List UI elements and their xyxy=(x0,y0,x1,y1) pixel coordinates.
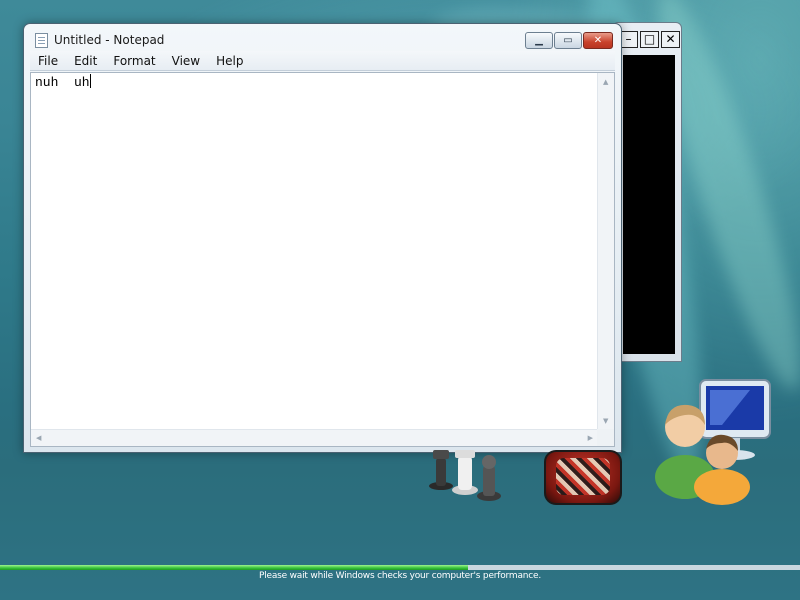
window-controls: ▁ ▭ ✕ xyxy=(525,32,613,49)
maximize-icon: ▭ xyxy=(563,35,573,46)
maximize-button[interactable]: ▭ xyxy=(554,32,582,49)
close-icon[interactable]: ✕ xyxy=(661,31,680,48)
console-area[interactable] xyxy=(623,55,675,354)
chess-pieces-icon xyxy=(429,450,501,501)
background-window-controls: – □ ✕ xyxy=(619,31,680,48)
background-window[interactable]: – □ ✕ xyxy=(612,22,682,362)
users-icon xyxy=(655,379,771,505)
text-caret xyxy=(89,74,91,88)
close-icon: ✕ xyxy=(593,35,603,46)
menu-file[interactable]: File xyxy=(30,51,66,71)
minimize-icon: ▁ xyxy=(535,35,543,46)
editor-content[interactable]: nuh uh xyxy=(35,74,91,90)
minimize-button[interactable]: ▁ xyxy=(525,32,553,49)
editor-text: nuh uh xyxy=(35,75,90,90)
menu-edit[interactable]: Edit xyxy=(66,51,105,71)
mahjong-tile-icon xyxy=(544,450,622,505)
close-button[interactable]: ✕ xyxy=(583,32,613,49)
scroll-down-icon[interactable]: ▼ xyxy=(603,417,608,425)
notepad-window[interactable]: Untitled - Notepad ▁ ▭ ✕ File Edit Forma… xyxy=(23,23,622,453)
title-bar[interactable]: Untitled - Notepad ▁ ▭ ✕ xyxy=(24,24,621,54)
menu-bar: File Edit Format View Help xyxy=(30,51,615,71)
menu-view[interactable]: View xyxy=(164,51,208,71)
horizontal-scrollbar[interactable]: ◀ ▶ xyxy=(31,429,598,446)
scroll-right-icon[interactable]: ▶ xyxy=(588,434,593,442)
notepad-app-icon[interactable] xyxy=(35,33,48,48)
scroll-up-icon[interactable]: ▲ xyxy=(603,78,608,86)
text-editor[interactable]: nuh uh ▲ ▼ ◀ ▶ xyxy=(30,72,615,447)
status-message: Please wait while Windows checks your co… xyxy=(258,571,542,581)
window-title: Untitled - Notepad xyxy=(54,33,165,47)
progress-fill xyxy=(0,565,468,570)
menu-help[interactable]: Help xyxy=(208,51,251,71)
size-grip[interactable] xyxy=(597,429,614,446)
scroll-left-icon[interactable]: ◀ xyxy=(36,434,41,442)
performance-progress-bar xyxy=(0,565,800,570)
maximize-icon[interactable]: □ xyxy=(640,31,659,48)
vertical-scrollbar[interactable]: ▲ ▼ xyxy=(597,73,614,430)
menu-format[interactable]: Format xyxy=(105,51,163,71)
